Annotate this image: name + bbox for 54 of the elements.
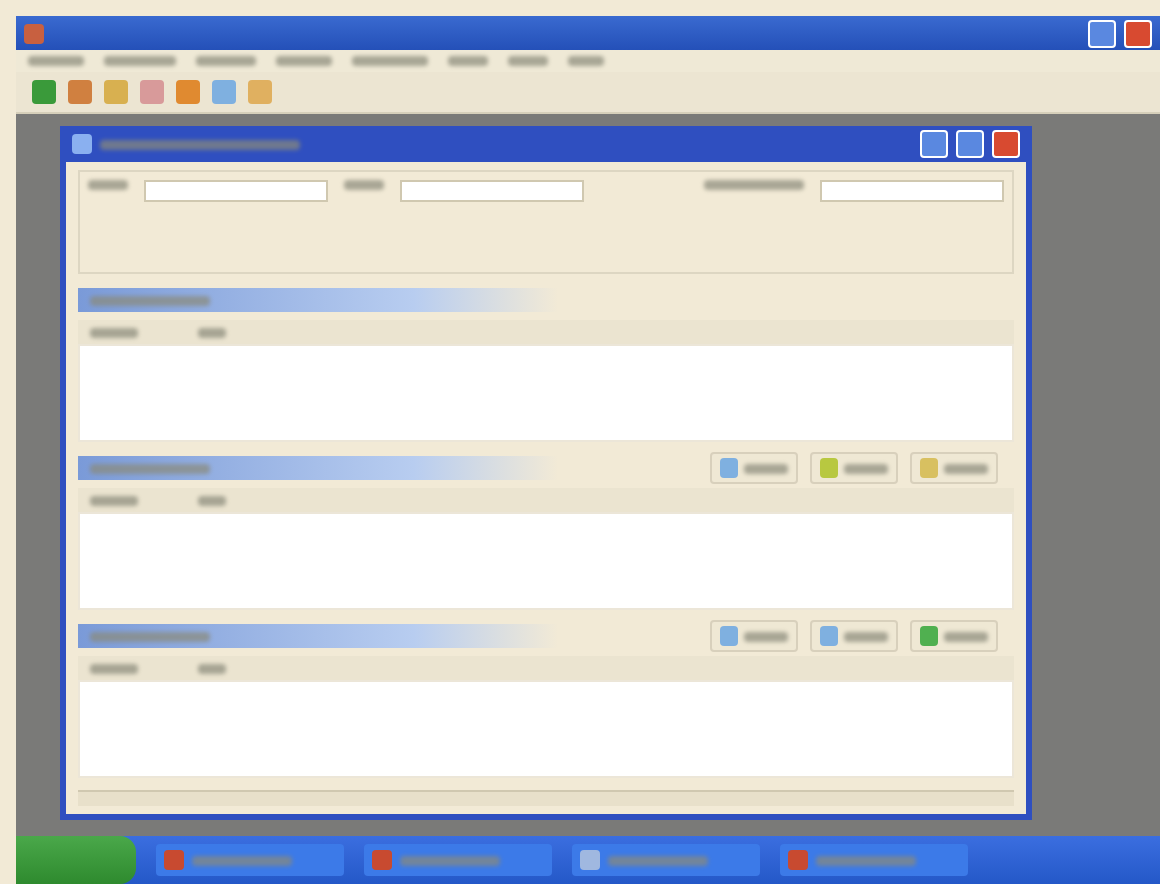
blurred-label-drawing xyxy=(400,855,500,865)
blurred-label-drawing xyxy=(88,180,128,190)
blurred-label-drawing xyxy=(448,56,488,66)
toolbar-button[interactable] xyxy=(710,452,798,484)
tool-icon[interactable] xyxy=(32,80,56,104)
tool-icon[interactable] xyxy=(104,80,128,104)
blurred-label-drawing xyxy=(744,463,788,473)
blurred-label-drawing xyxy=(90,295,210,305)
blurred-label-drawing xyxy=(744,631,788,641)
blurred-label-drawing xyxy=(198,327,226,337)
taskbar-item[interactable] xyxy=(572,844,760,876)
blurred-label-drawing xyxy=(944,463,988,473)
input-field[interactable] xyxy=(820,180,1004,202)
blurred-label-drawing xyxy=(90,495,138,505)
tool-icon[interactable] xyxy=(68,80,92,104)
toolbar-button[interactable] xyxy=(810,620,898,652)
blurred-label-drawing xyxy=(844,631,888,641)
blurred-label-drawing xyxy=(568,56,604,66)
blurred-label-drawing xyxy=(608,855,708,865)
toolbar-button[interactable] xyxy=(910,620,998,652)
tool-icon[interactable] xyxy=(176,80,200,104)
taskbar-item[interactable] xyxy=(156,844,344,876)
tool-icon[interactable] xyxy=(248,80,272,104)
blurred-label-drawing xyxy=(944,631,988,641)
tool-icon[interactable] xyxy=(212,80,236,104)
app-icon xyxy=(24,23,44,43)
input-field[interactable] xyxy=(400,180,584,202)
tool-icon[interactable] xyxy=(140,80,164,104)
taskbar-item[interactable] xyxy=(364,844,552,876)
start-button[interactable] xyxy=(16,836,136,884)
blurred-label-drawing xyxy=(352,56,428,66)
blurred-label-drawing xyxy=(276,56,332,66)
taskbar-item[interactable] xyxy=(780,844,968,876)
horizontal-scrollbar[interactable] xyxy=(78,790,1014,806)
blurred-label-drawing xyxy=(28,56,84,66)
blurred-label-drawing xyxy=(104,56,176,66)
blurred-label-drawing xyxy=(90,327,138,337)
blurred-label-drawing xyxy=(90,631,210,641)
blurred-label-drawing xyxy=(816,855,916,865)
blurred-label-drawing xyxy=(196,56,256,66)
blurred-label-drawing xyxy=(90,663,138,673)
toolbar-button[interactable] xyxy=(810,452,898,484)
blurred-label-drawing xyxy=(90,463,210,473)
toolbar-button[interactable] xyxy=(910,452,998,484)
toolbar-button[interactable] xyxy=(710,620,798,652)
blurred-label-drawing xyxy=(508,56,548,66)
blurred-label-drawing xyxy=(192,855,292,865)
input-field[interactable] xyxy=(144,180,328,202)
blurred-label-drawing xyxy=(344,180,384,190)
blurred-label-drawing xyxy=(704,180,804,190)
blurred-label-drawing xyxy=(198,495,226,505)
window-icon xyxy=(72,134,92,154)
blurred-label-drawing xyxy=(844,463,888,473)
blurred-label-drawing xyxy=(198,663,226,673)
